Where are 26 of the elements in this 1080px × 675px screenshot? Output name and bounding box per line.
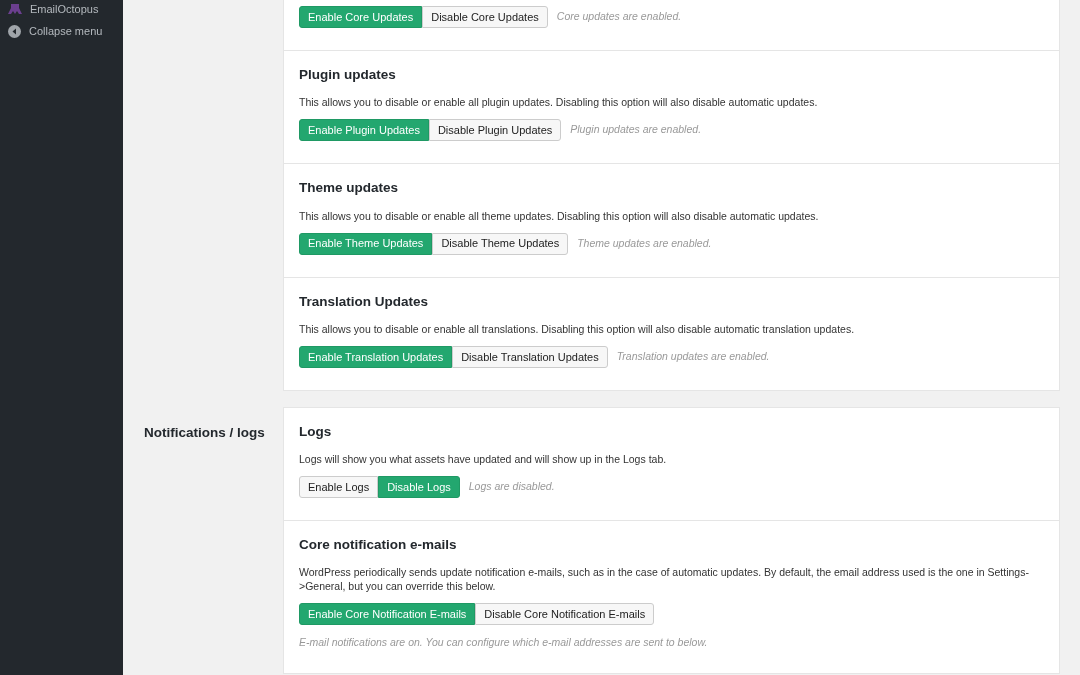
toggle-button[interactable]: Disable Translation Updates	[452, 345, 608, 368]
section-title: Translation Updates	[299, 292, 430, 311]
section-title: Plugin updates	[299, 66, 397, 84]
sidebar-item[interactable]: EmailOctopus	[0, 0, 123, 18]
status-text: Core updates are enabled.	[556, 9, 682, 25]
status-text: Logs are disabled.	[468, 479, 555, 495]
section-description: This allows you to disable or enable all translations. Disabling this option will also disable automatic translation updates.	[299, 321, 856, 336]
status-text: Translation updates are enabled.	[616, 348, 770, 364]
toggle-button[interactable]: Enable Logs	[299, 476, 379, 498]
section-description: WordPress periodically sends update notification e-mails, such as in the case of automatic updates. By default, the email address used is the one in Settings->General, but you can override this below.	[299, 565, 1030, 594]
section-description: This allows you to disable or enable all plugin updates. Disabling this option will also disable automatic updates.	[299, 95, 819, 110]
section-title: Core notification e-mails	[299, 536, 458, 554]
collapse-icon	[8, 24, 21, 38]
status-text: E-mail notifications are on. You can configure which e-mail addresses are sent to below.	[299, 635, 709, 651]
toggle-button[interactable]: Disable Core Updates	[422, 6, 548, 28]
section-description: This allows you to disable or enable all theme updates. Disabling this option will also disable automatic updates.	[299, 208, 820, 223]
status-text: Theme updates are enabled.	[577, 235, 712, 251]
section-description: Logs will show you what assets have updated and will show up in the Logs tab.	[299, 452, 668, 466]
toggle-button[interactable]: Disable Plugin Updates	[428, 119, 562, 142]
status-text: Plugin updates are enabled.	[570, 122, 702, 138]
toggle-button[interactable]: Disable Core Notification E-mails	[475, 603, 655, 626]
section-title: Theme updates	[299, 179, 400, 198]
group-label: Notifications / logs	[144, 424, 265, 440]
sidebar-item[interactable]: Collapse menu	[0, 22, 123, 40]
section-title: Logs	[299, 422, 333, 441]
toggle-button[interactable]: Disable Theme Updates	[432, 232, 569, 255]
